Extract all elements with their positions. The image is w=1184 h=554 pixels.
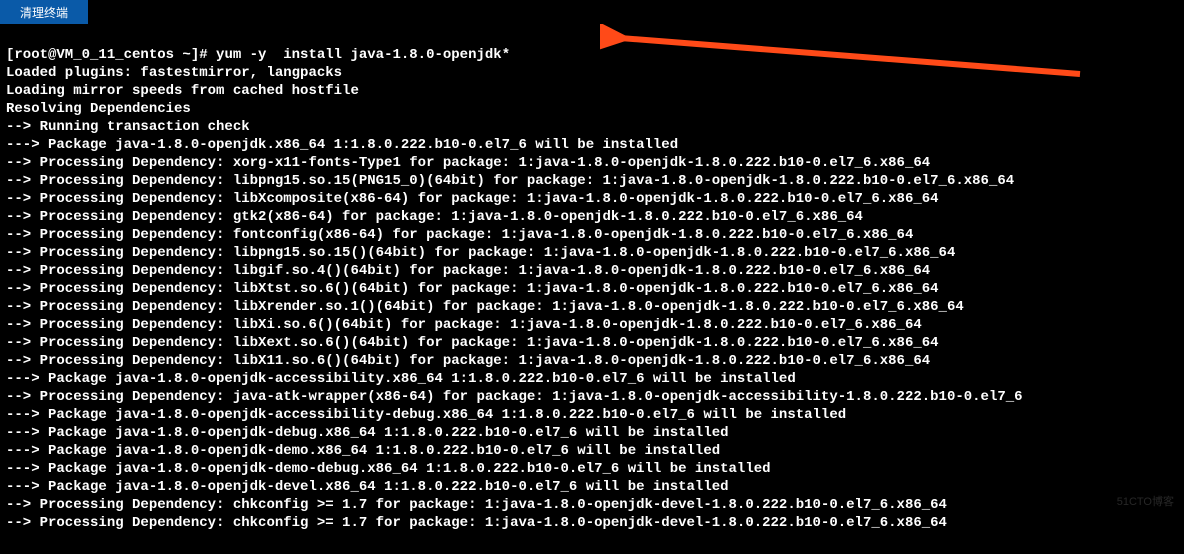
- terminal-output[interactable]: [root@VM_0_11_centos ~]# yum -y install …: [0, 24, 1184, 554]
- tab-label: 清理终端: [20, 4, 68, 21]
- shell-prompt: [root@VM_0_11_centos ~]#: [6, 47, 208, 63]
- output-lines: Loaded plugins: fastestmirror, langpacks…: [6, 64, 1178, 532]
- tab-clear-terminal[interactable]: 清理终端: [0, 0, 88, 24]
- watermark: 51CTO博客: [1117, 493, 1174, 509]
- typed-command: yum -y install java-1.8.0-openjdk*: [216, 47, 510, 63]
- tab-bar: 清理终端: [0, 0, 1184, 24]
